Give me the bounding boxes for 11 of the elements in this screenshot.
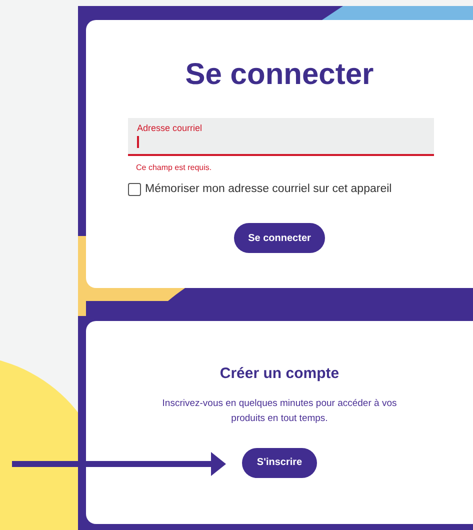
text-cursor bbox=[137, 136, 138, 148]
error-message: Ce champ est requis. bbox=[136, 162, 213, 174]
login-button[interactable]: Se connecter bbox=[234, 223, 325, 254]
signup-button[interactable]: S'inscrire bbox=[242, 448, 318, 478]
email-label: Adresse courriel bbox=[137, 123, 204, 134]
login-title: Se connecter bbox=[185, 60, 374, 90]
signup-title: Créer un compte bbox=[220, 364, 340, 384]
email-field[interactable]: Adresse courriel bbox=[128, 118, 434, 156]
remember-label: Mémoriser mon adresse courriel sur cet appareil bbox=[145, 182, 392, 197]
remember-checkbox[interactable] bbox=[128, 183, 141, 196]
signup-description: Inscrivez-vous en quelques minutes pour accéder à vos produits en tout temps. bbox=[161, 396, 398, 426]
